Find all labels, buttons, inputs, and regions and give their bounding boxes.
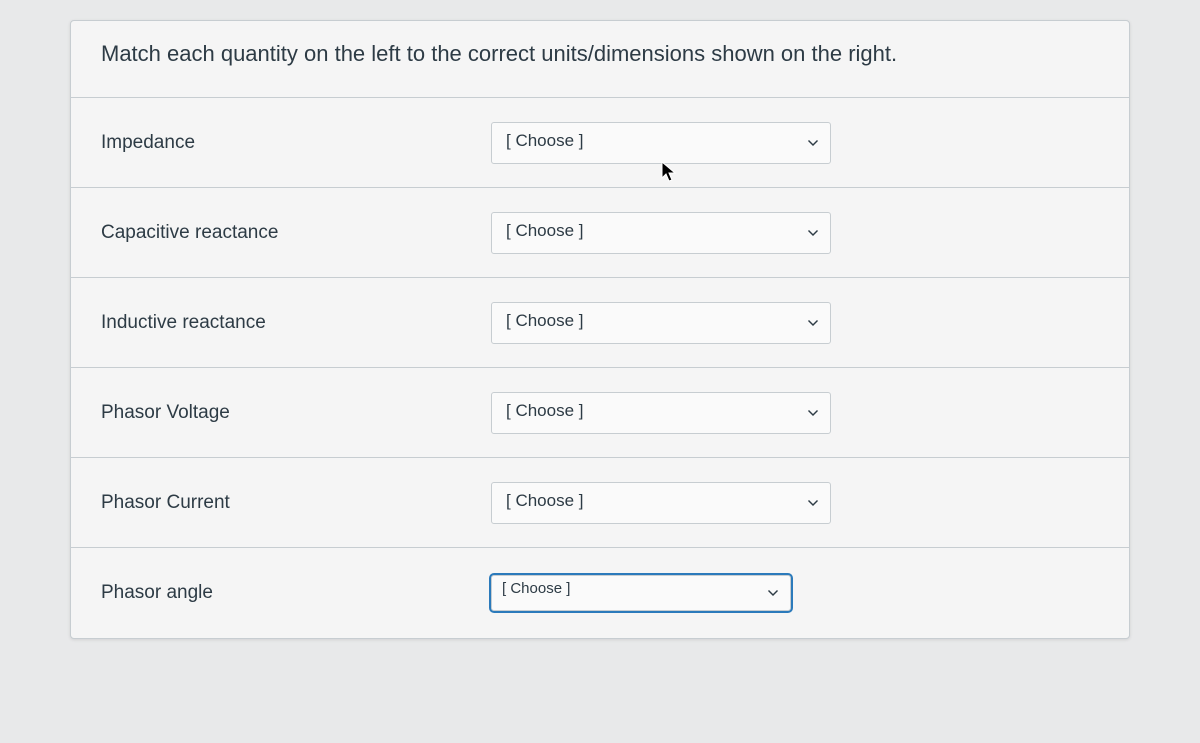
- dropdown-wrapper: [ Choose ]: [491, 575, 791, 611]
- match-label-phasor-angle: Phasor angle: [101, 582, 491, 604]
- dropdown-capacitive-reactance[interactable]: [ Choose ]: [491, 212, 831, 254]
- match-row: Impedance [ Choose ]: [71, 98, 1129, 188]
- match-row: Phasor Voltage [ Choose ]: [71, 368, 1129, 458]
- dropdown-phasor-angle[interactable]: [ Choose ]: [491, 575, 791, 611]
- question-container: Match each quantity on the left to the c…: [70, 20, 1130, 639]
- match-label-phasor-current: Phasor Current: [101, 492, 491, 514]
- dropdown-wrapper: [ Choose ]: [491, 212, 831, 254]
- match-row: Capacitive reactance [ Choose ]: [71, 188, 1129, 278]
- dropdown-wrapper: [ Choose ]: [491, 302, 831, 344]
- dropdown-wrapper: [ Choose ]: [491, 392, 831, 434]
- matching-rows: Impedance [ Choose ] Capacitive reactanc…: [71, 98, 1129, 638]
- question-prompt: Match each quantity on the left to the c…: [71, 21, 1129, 98]
- match-row: Phasor Current [ Choose ]: [71, 458, 1129, 548]
- dropdown-wrapper: [ Choose ]: [491, 482, 831, 524]
- match-label-phasor-voltage: Phasor Voltage: [101, 402, 491, 424]
- dropdown-wrapper: [ Choose ]: [491, 122, 831, 164]
- dropdown-impedance[interactable]: [ Choose ]: [491, 122, 831, 164]
- match-label-capacitive-reactance: Capacitive reactance: [101, 222, 491, 244]
- match-row: Phasor angle [ Choose ]: [71, 548, 1129, 638]
- dropdown-phasor-voltage[interactable]: [ Choose ]: [491, 392, 831, 434]
- match-label-impedance: Impedance: [101, 132, 491, 154]
- match-row: Inductive reactance [ Choose ]: [71, 278, 1129, 368]
- match-label-inductive-reactance: Inductive reactance: [101, 312, 491, 334]
- dropdown-phasor-current[interactable]: [ Choose ]: [491, 482, 831, 524]
- dropdown-inductive-reactance[interactable]: [ Choose ]: [491, 302, 831, 344]
